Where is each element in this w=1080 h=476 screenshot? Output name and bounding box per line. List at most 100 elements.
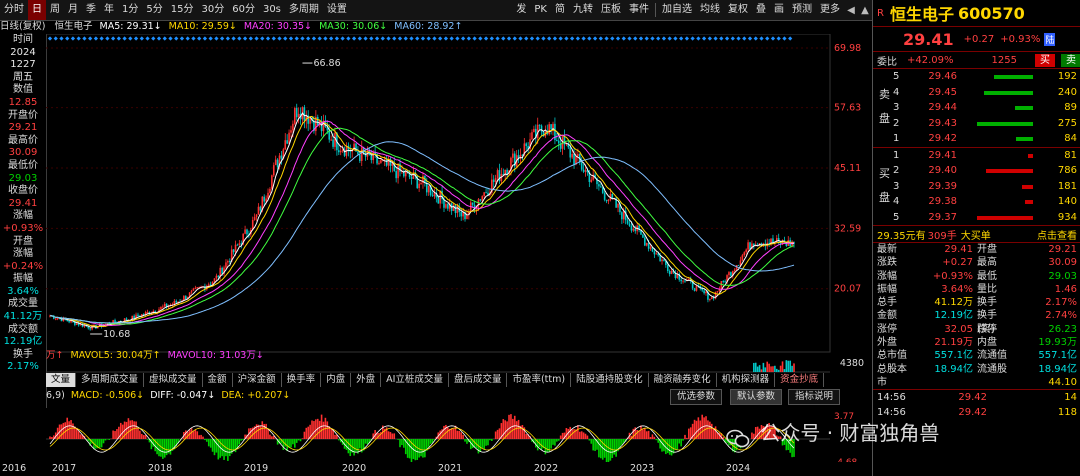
candle-body: [460, 212, 463, 217]
candle-body: [146, 311, 149, 313]
big-order-view-link[interactable]: 点击查看: [1037, 227, 1080, 242]
default-params-button[interactable]: 默认参数: [730, 389, 783, 405]
indicator-tab-2[interactable]: 虚拟成交量: [144, 373, 203, 387]
macd-bar: [66, 417, 69, 439]
period-tab-7[interactable]: 5分: [142, 0, 166, 20]
year-label-2018: 2018: [148, 463, 173, 474]
indicator-tab-6[interactable]: 内盘: [321, 373, 352, 387]
period-tab-0[interactable]: 分时: [0, 0, 28, 20]
period-tab-5[interactable]: 年: [100, 0, 118, 20]
period-tab-4[interactable]: 季: [82, 0, 100, 20]
bids-level-2[interactable]: 2 29.40 786: [873, 163, 1080, 179]
big-order-row[interactable]: 29.35元有 309手 大买单 点击查看: [873, 226, 1080, 242]
indicator-tab-0[interactable]: 文量: [46, 373, 77, 387]
tool-button-3[interactable]: 九转: [569, 0, 597, 20]
period-tab-11[interactable]: 30s: [259, 0, 285, 20]
macd-bar: [640, 425, 642, 439]
asks-level-5[interactable]: 5 29.46 192: [873, 69, 1080, 85]
sell-button[interactable]: 卖: [1061, 53, 1080, 67]
indicator-tab-14[interactable]: 资金抄底: [775, 373, 825, 387]
asks-level-4[interactable]: 4 29.45 240: [873, 85, 1080, 101]
period-tab-10[interactable]: 60分: [228, 0, 259, 20]
bids-level-5[interactable]: 5 29.37 934: [873, 210, 1080, 226]
bids-level-1[interactable]: 1 29.41 81: [873, 148, 1080, 164]
stat-row-4: 总手 41.12万 换手 2.17%: [873, 296, 1080, 309]
macd-bar: [666, 439, 669, 454]
period-tab-8[interactable]: 15分: [167, 0, 198, 20]
info-cell-12: 收盘价: [8, 185, 38, 197]
tool-button-12[interactable]: 更多: [816, 0, 844, 20]
macd-bar: [397, 439, 399, 440]
macd-bar: [334, 434, 336, 439]
period-tab-2[interactable]: 周: [46, 0, 64, 20]
event-marker: [466, 36, 471, 41]
indicator-tab-7[interactable]: 外盘: [351, 373, 382, 387]
indicator-tab-5[interactable]: 换手率: [282, 373, 322, 387]
collapse-icon[interactable]: ▲: [858, 5, 872, 16]
info-cell-15: +0.93%: [2, 222, 44, 234]
optimal-params-button[interactable]: 优选参数: [670, 389, 723, 405]
buy-button[interactable]: 买: [1035, 53, 1055, 67]
tool-button-9[interactable]: 叠: [752, 0, 770, 20]
macd-bar: [192, 431, 195, 439]
indicator-tab-8[interactable]: AI立桩成交量: [381, 373, 449, 387]
tool-button-10[interactable]: 画: [770, 0, 788, 20]
macd-bar: [569, 426, 572, 439]
macd-bar: [603, 439, 606, 458]
period-tab-12[interactable]: 多周期: [285, 0, 323, 20]
event-marker: [294, 36, 299, 41]
macd-bar: [137, 428, 139, 439]
macd-bar: [462, 434, 464, 439]
period-tab-9[interactable]: 30分: [197, 0, 228, 20]
tool-button-5[interactable]: 事件: [625, 0, 653, 20]
bids-level-4[interactable]: 4 29.38 140: [873, 194, 1080, 210]
macd-bar: [295, 439, 298, 443]
tool-button-1[interactable]: PK: [530, 0, 551, 20]
indicator-tab-3[interactable]: 金额: [203, 373, 233, 387]
period-tab-3[interactable]: 月: [64, 0, 82, 20]
candle-body: [370, 155, 373, 161]
stat-cell: 2.17%: [1045, 297, 1077, 309]
ask-book: 5 29.46 192 4 29.45 240 3 29.44 89 2 29.43 275 1 29.4…: [873, 69, 1080, 147]
tool-button-2[interactable]: 简: [551, 0, 569, 20]
tool-button-6[interactable]: 加自选: [658, 0, 696, 20]
macd-bar: [49, 436, 51, 439]
scroll-left-icon[interactable]: ◀: [844, 5, 858, 16]
macd-params: 6,9): [46, 390, 65, 401]
ma5-value: MA5: 29.31↓: [99, 21, 162, 32]
tool-button-7[interactable]: 均线: [696, 0, 724, 20]
period-tab-1[interactable]: 日: [28, 0, 46, 20]
indicator-tab-12[interactable]: 融资融券变化: [649, 373, 717, 387]
candle-body: [496, 170, 499, 179]
macd-bar: [165, 439, 168, 456]
tool-button-4[interactable]: 压板: [597, 0, 625, 20]
asks-level-3[interactable]: 3 29.44 89: [873, 100, 1080, 116]
macd-bar: [380, 431, 382, 439]
event-marker: [231, 36, 236, 41]
info-cell-13: 29.41: [8, 197, 38, 209]
candle-body: [163, 303, 166, 307]
event-marker: [615, 36, 621, 41]
event-marker: [638, 36, 644, 41]
high-marker-label: 66.86: [313, 58, 340, 69]
tool-button-8[interactable]: 复权: [724, 0, 752, 20]
candle-body: [479, 199, 482, 201]
indicator-tab-4[interactable]: 沪深金额: [233, 373, 282, 387]
tool-button-0[interactable]: 发: [512, 0, 530, 20]
indicator-tab-10[interactable]: 市盈率(ttm): [507, 373, 572, 387]
period-tab-6[interactable]: 1分: [118, 0, 142, 20]
indicator-tab-13[interactable]: 机构探测器: [717, 373, 776, 387]
dea-value: DEA: +0.207↓: [221, 390, 291, 401]
asks-level-2[interactable]: 2 29.43 275: [873, 116, 1080, 132]
period-tab-13[interactable]: 设置: [323, 0, 351, 20]
event-marker: [782, 36, 787, 41]
indicator-help-button[interactable]: 指标说明: [788, 389, 841, 405]
macd-bar: [688, 428, 690, 439]
asks-level-1[interactable]: 1 29.42 84: [873, 131, 1080, 147]
indicator-tab-11[interactable]: 陆股通持股变化: [571, 373, 649, 387]
tool-button-11[interactable]: 预测: [788, 0, 816, 20]
macd-bar: [292, 439, 294, 445]
indicator-tab-1[interactable]: 多周期成交量: [76, 373, 145, 387]
bids-level-3[interactable]: 3 29.39 181: [873, 179, 1080, 195]
indicator-tab-9[interactable]: 盘后成交量: [449, 373, 508, 387]
